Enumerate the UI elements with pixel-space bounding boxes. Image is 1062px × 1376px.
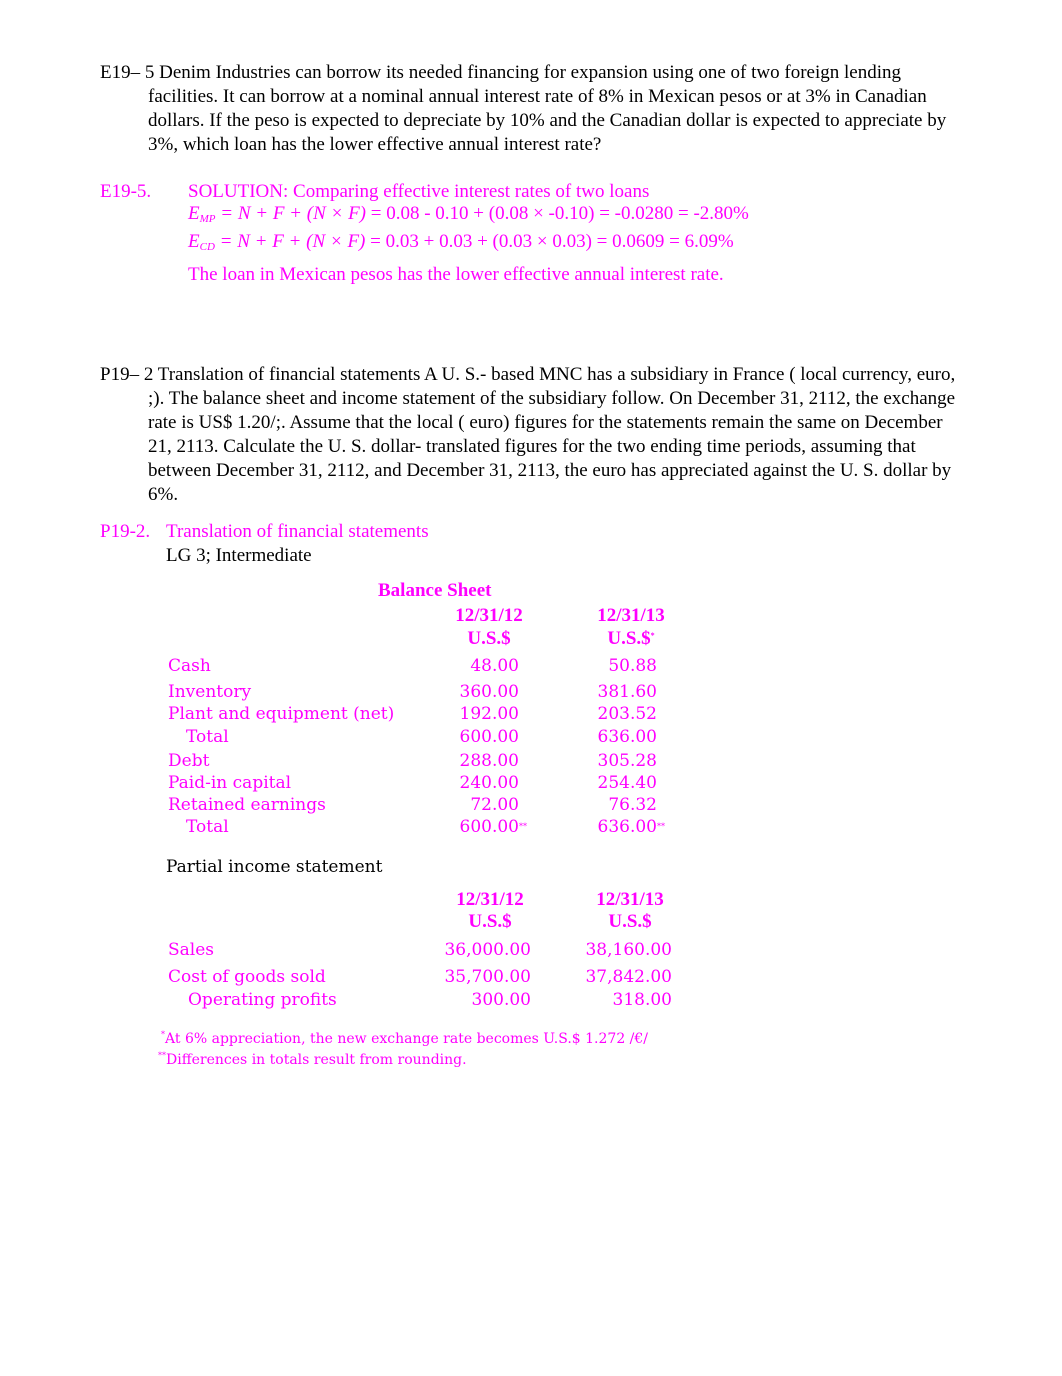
row-label: Inventory [168,682,252,702]
problem-label: P19– 2 [100,364,154,385]
cell-value: 636.00 [597,727,657,747]
value-2013: 318.00 [612,990,672,1010]
value-2013: 76.32 [537,794,657,816]
row-label: Debt [168,751,210,771]
bs-col1-currency: U.S.$ [429,628,549,650]
answer-label: P19-2. [100,521,151,542]
income-statement-title: Partial income statement [166,857,383,877]
row-label: Paid-in capital [168,773,292,793]
value-2013: 50.88 [537,655,657,677]
value-2012: 48.00 [399,655,519,677]
solution-label: E19-5. [100,181,152,202]
value-2012: 192.00 [399,703,519,725]
value-2013: 203.52 [537,703,657,725]
cell-value: 76.32 [608,795,657,815]
problem-text: Translation of financial statements A U.… [148,364,956,505]
cell-value: 381.60 [597,682,657,702]
value-2012: 72.00 [399,794,519,816]
footnote-mark: ** [657,822,665,831]
balance-sheet-title: Balance Sheet [378,580,492,601]
currency-label: U.S.$ [467,628,511,649]
row-label: Cash [168,656,211,676]
equation-canadian-dollar: ECD = N + F + (N × F) = 0.03 + 0.03 + (0… [188,231,734,253]
solution-conclusion: The loan in Mexican pesos has the lower … [188,264,724,285]
cell-value: 72.00 [470,795,519,815]
cell-value: 254.40 [597,773,657,793]
equation-var: E [188,231,200,252]
footnote-text: Differences in totals result from roundi… [166,1052,467,1068]
is-col2-date: 12/31/13 [596,889,664,910]
row-label: Operating profits [188,990,337,1010]
footnote-1: *At 6% appreciation, the new exchange ra… [161,1030,648,1047]
answer-title: Translation of financial statements [166,521,429,542]
row-label: Sales [168,940,215,960]
footnote-mark: ** [519,822,527,831]
value-2012: 288.00 [399,750,519,772]
exercise-text: Denim Industries can borrow its needed f… [148,62,947,155]
row-label: Plant and equipment (net) [168,704,395,724]
equation-subscript: CD [199,241,215,253]
cell-value: 636.00 [597,817,657,837]
bs-col1-date: 12/31/12 [455,605,523,626]
footnote-2: **Differences in totals result from roun… [158,1051,467,1068]
value-2012: 35,700.00 [444,967,531,987]
footnote-mark: * [650,631,655,640]
value-2013: 37,842.00 [585,967,672,987]
row-label: Total [186,817,229,837]
value-2013: 38,160.00 [585,940,672,960]
value-2013: 305.28 [537,750,657,772]
problem-p19-2: P19– 2 Translation of financial statemen… [100,363,970,507]
equation-formula: = N + F + (N × F) [220,203,366,224]
cell-value: 192.00 [459,704,519,724]
value-2012: 600.00 [399,726,519,748]
value-2012: 240.00 [399,772,519,794]
solution-title: SOLUTION: Comparing effective interest r… [188,181,650,202]
equation-var: E [188,203,200,224]
value-2013: 636.00 [537,726,657,748]
value-2012: 360.00 [399,681,519,703]
equation-calc: = 0.03 + 0.03 + (0.03 × 0.03) = 0.0609 =… [370,231,734,252]
is-col1-currency: U.S.$ [468,911,512,932]
row-label: Cost of goods sold [168,967,326,987]
equation-formula: = N + F + (N × F) [219,231,366,252]
value-2013: 636.00 ** [537,816,665,838]
row-label: Total [186,727,229,747]
cell-value: 203.52 [597,704,657,724]
footnote-mark: ** [158,1051,166,1060]
value-2012: 300.00 [471,990,531,1010]
cell-value: 50.88 [608,656,657,676]
equation-mexican-peso: EMP = N + F + (N × F) = 0.08 - 0.10 + (0… [188,203,749,225]
cell-value: 305.28 [597,751,657,771]
exercise-label: E19– 5 [100,62,155,83]
value-2013: 381.60 [537,681,657,703]
is-col2-currency: U.S.$ [608,911,652,932]
footnote-text: At 6% appreciation, the new exchange rat… [165,1031,649,1047]
equation-subscript: MP [199,213,216,225]
equation-calc: = 0.08 - 0.10 + (0.08 × -0.10) = -0.0280… [370,203,749,224]
currency-label: U.S.$ [607,628,651,649]
bs-col2-date: 12/31/13 [597,605,665,626]
cell-value: 48.00 [470,656,519,676]
cell-value: 600.00 [459,817,519,837]
value-2013: 254.40 [537,772,657,794]
cell-value: 360.00 [459,682,519,702]
row-label: Retained earnings [168,795,326,815]
document-page: E19– 5 Denim Industries can borrow its n… [0,0,1062,1376]
is-col1-date: 12/31/12 [456,889,524,910]
exercise-e19-5: E19– 5 Denim Industries can borrow its n… [100,61,970,157]
cell-value: 288.00 [459,751,519,771]
cell-value: 240.00 [459,773,519,793]
cell-value: 600.00 [459,727,519,747]
value-2012: 600.00 ** [399,816,527,838]
value-2012: 36,000.00 [444,940,531,960]
answer-subtitle: LG 3; Intermediate [166,545,312,566]
bs-col2-currency: U.S.$* [571,628,691,650]
